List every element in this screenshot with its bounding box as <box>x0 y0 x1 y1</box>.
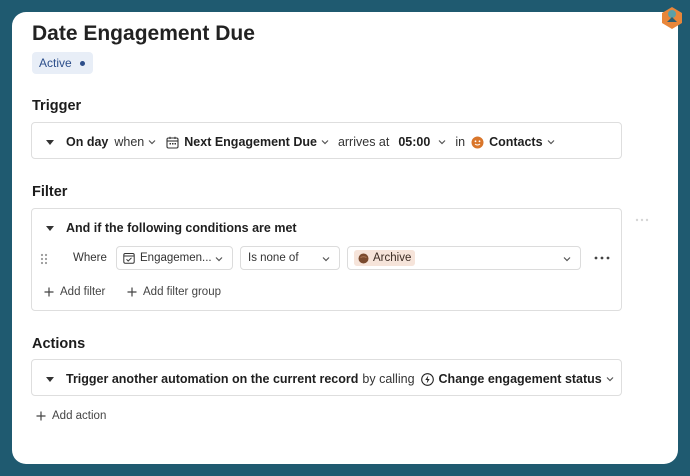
trigger-field-dropdown[interactable]: Next Engagement Due <box>184 135 317 149</box>
condition-field-dropdown[interactable]: Engagemen... <box>116 246 233 270</box>
add-filter-button[interactable]: Add filter <box>44 286 105 298</box>
action-target-dropdown[interactable]: Change engagement status <box>439 372 602 386</box>
plus-icon <box>44 287 54 297</box>
actions-section-title: Actions <box>32 336 86 352</box>
status-badge[interactable]: Active <box>32 52 93 74</box>
condition-operator-dropdown[interactable]: Is none of <box>240 246 340 270</box>
action-label[interactable]: Trigger another automation on the curren… <box>66 372 358 386</box>
chevron-down-icon <box>563 257 571 262</box>
chevron-down-icon[interactable] <box>605 374 615 384</box>
chevron-down-icon[interactable] <box>546 137 556 147</box>
add-filter-group-label: Add filter group <box>143 286 221 298</box>
trigger-card: On day when Next Engagement Due arrives … <box>31 122 622 159</box>
condition-operator-label: Is none of <box>248 252 299 264</box>
archive-dot-icon <box>358 253 369 263</box>
page-title: Date Engagement Due <box>32 22 255 45</box>
calendar-check-icon <box>123 253 135 264</box>
filter-group-label: And if the following conditions are met <box>66 221 297 235</box>
archive-tag[interactable]: Archive <box>354 250 416 266</box>
arrives-at-label: arrives at <box>337 135 390 149</box>
by-calling-label: by calling <box>362 372 415 386</box>
chevron-down-icon <box>322 257 330 262</box>
app-logo-icon <box>662 7 682 29</box>
action-card: Trigger another automation on the curren… <box>31 359 622 396</box>
filter-section-title: Filter <box>32 184 68 200</box>
more-icon[interactable] <box>594 256 610 260</box>
collapse-caret-icon[interactable] <box>46 376 54 382</box>
collapse-caret-icon[interactable] <box>46 139 54 145</box>
where-label: Where <box>73 252 107 264</box>
chevron-down-icon[interactable] <box>437 137 447 147</box>
lightning-icon <box>420 372 434 386</box>
status-label: Active <box>39 56 72 70</box>
face-icon <box>471 136 484 148</box>
add-action-label: Add action <box>52 410 107 422</box>
chevron-down-icon[interactable] <box>320 137 330 147</box>
status-dot-icon <box>79 60 85 66</box>
more-icon[interactable] <box>635 218 649 222</box>
add-filter-label: Add filter <box>60 286 106 298</box>
condition-value-dropdown[interactable]: Archive <box>347 246 581 270</box>
drag-handle-icon[interactable] <box>40 253 48 265</box>
calendar-icon <box>166 136 179 149</box>
plus-icon <box>36 411 46 421</box>
trigger-section-title: Trigger <box>32 98 82 114</box>
condition-field-label: Engagemen... <box>140 252 212 264</box>
trigger-when-label[interactable]: when <box>114 135 144 149</box>
chevron-down-icon[interactable] <box>147 137 157 147</box>
automation-panel: Date Engagement Due Active Trigger On da… <box>12 12 678 464</box>
trigger-table-dropdown[interactable]: Contacts <box>489 135 542 149</box>
in-label: in <box>455 135 466 149</box>
collapse-caret-icon[interactable] <box>46 225 54 231</box>
plus-icon <box>127 287 137 297</box>
filter-card: And if the following conditions are met … <box>31 208 622 311</box>
add-action-button[interactable]: Add action <box>36 410 106 422</box>
trigger-time-dropdown[interactable]: 05:00 <box>398 135 430 149</box>
chevron-down-icon <box>215 257 223 262</box>
add-filter-group-button[interactable]: Add filter group <box>127 286 221 298</box>
trigger-day-dropdown[interactable]: On day <box>66 135 108 149</box>
archive-tag-label: Archive <box>373 252 412 264</box>
